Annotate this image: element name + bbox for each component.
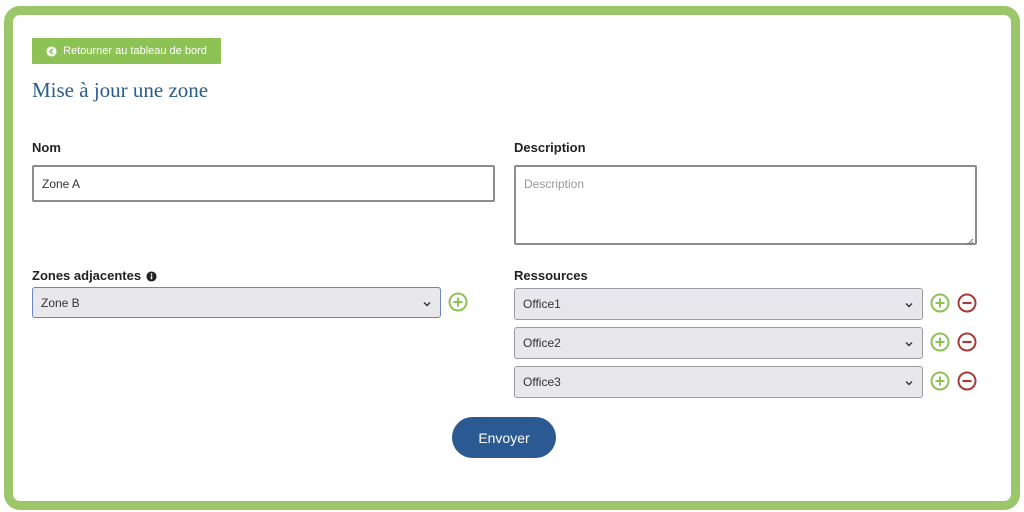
description-label: Description xyxy=(514,140,586,155)
ressource-selected-value: Office1 xyxy=(523,297,561,311)
chevron-down-icon xyxy=(904,338,914,348)
chevron-down-icon xyxy=(904,299,914,309)
add-ressource-plus-circle-icon[interactable] xyxy=(930,371,950,391)
ressource-selected-value: Office3 xyxy=(523,375,561,389)
ressources-label: Ressources xyxy=(514,268,588,283)
add-zone-adjacente-plus-circle-icon[interactable] xyxy=(448,292,468,312)
chevron-down-icon xyxy=(904,377,914,387)
nom-input[interactable] xyxy=(32,165,495,202)
back-to-dashboard-button[interactable]: Retourner au tableau de bord xyxy=(32,38,221,64)
zones-adjacentes-select[interactable]: Zone B xyxy=(32,287,441,318)
zones-adjacentes-selected-value: Zone B xyxy=(41,295,80,310)
info-circle-icon[interactable] xyxy=(146,270,157,282)
remove-ressource-minus-circle-icon[interactable] xyxy=(957,293,977,313)
ressources-label-text: Ressources xyxy=(514,268,588,283)
ressource-select-1[interactable]: Office1 xyxy=(514,288,923,320)
description-textarea[interactable] xyxy=(514,165,977,245)
add-ressource-plus-circle-icon[interactable] xyxy=(930,293,950,313)
description-label-text: Description xyxy=(514,140,586,155)
ressource-select-3[interactable]: Office3 xyxy=(514,366,923,398)
nom-label: Nom xyxy=(32,140,61,155)
arrow-left-circle-icon xyxy=(46,45,57,57)
ressource-selected-value: Office2 xyxy=(523,336,561,350)
remove-ressource-minus-circle-icon[interactable] xyxy=(957,371,977,391)
page-title: Mise à jour une zone xyxy=(32,78,209,102)
remove-ressource-minus-circle-icon[interactable] xyxy=(957,332,977,352)
back-to-dashboard-label: Retourner au tableau de bord xyxy=(63,45,207,57)
nom-label-text: Nom xyxy=(32,140,61,155)
submit-button[interactable]: Envoyer xyxy=(452,417,556,458)
resize-grip-icon[interactable] xyxy=(965,233,974,246)
add-ressource-plus-circle-icon[interactable] xyxy=(930,332,950,352)
zones-adjacentes-label: Zones adjacentes xyxy=(32,268,157,283)
zones-adjacentes-label-text: Zones adjacentes xyxy=(32,268,142,283)
chevron-down-icon xyxy=(422,298,432,308)
ressource-select-2[interactable]: Office2 xyxy=(514,327,923,359)
